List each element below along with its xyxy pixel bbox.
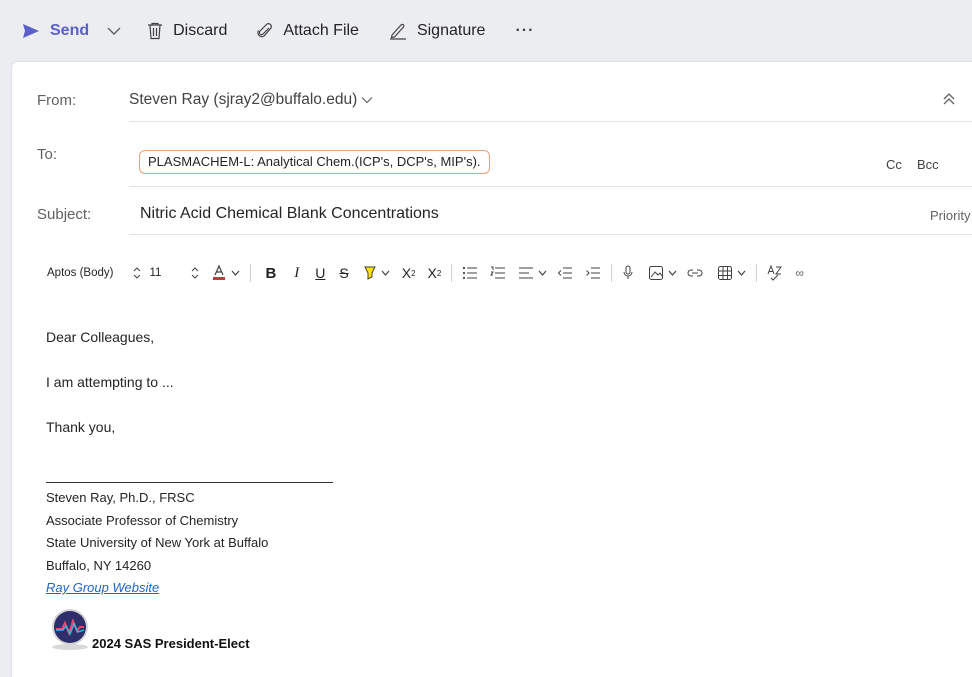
- signature-button[interactable]: Signature: [389, 22, 486, 40]
- font-size-select[interactable]: 11: [149, 267, 161, 279]
- more-options-button[interactable]: ···: [515, 22, 534, 40]
- editor-spellcheck-icon[interactable]: [767, 265, 785, 281]
- more-icon: ···: [515, 22, 535, 39]
- double-chevron-up-icon: [942, 93, 956, 110]
- subject-input[interactable]: Nitric Acid Chemical Blank Concentration…: [140, 205, 439, 223]
- chevron-down-icon[interactable]: [538, 270, 547, 276]
- align-icon[interactable]: [518, 267, 534, 279]
- trash-icon: [147, 22, 163, 40]
- increase-indent-icon[interactable]: [585, 267, 601, 279]
- from-field[interactable]: Steven Ray (sjray2@buffalo.edu): [129, 78, 972, 122]
- attach-file-label: Attach File: [283, 22, 359, 39]
- bullet-list-icon[interactable]: [462, 266, 478, 280]
- toolbar-divider: [451, 264, 453, 282]
- font-name-stepper-icon[interactable]: [133, 267, 141, 279]
- signature-institution: State University of New York at Buffalo: [46, 535, 269, 550]
- toolbar-divider: [250, 264, 252, 282]
- signature-badge-text: 2024 SAS President-Elect: [92, 636, 250, 651]
- body-greeting[interactable]: Dear Colleagues,: [46, 329, 154, 345]
- discard-label: Discard: [173, 22, 228, 39]
- chevron-down-icon[interactable]: [737, 270, 746, 276]
- from-value-wrap[interactable]: Steven Ray (sjray2@buffalo.edu): [129, 91, 373, 109]
- font-size-stepper-icon[interactable]: [191, 267, 199, 279]
- collapse-header-button[interactable]: [942, 92, 956, 111]
- numbered-list-icon[interactable]: [490, 266, 506, 280]
- signature-pen-icon: [389, 22, 407, 40]
- toolbar-divider: [756, 264, 758, 282]
- insert-table-icon[interactable]: [717, 265, 733, 281]
- bold-icon[interactable]: B: [265, 265, 276, 282]
- discard-button[interactable]: Discard: [147, 22, 227, 40]
- bcc-button[interactable]: Bcc: [917, 157, 939, 172]
- chevron-down-icon[interactable]: [231, 270, 240, 276]
- compose-card: From: Steven Ray (sjray2@buffalo.edu) To…: [12, 62, 972, 677]
- underline-icon[interactable]: U: [315, 265, 325, 281]
- signature-address: Buffalo, NY 14260: [46, 558, 152, 573]
- signature-label: Signature: [416, 22, 486, 39]
- insert-picture-icon[interactable]: [648, 265, 664, 281]
- decrease-indent-icon[interactable]: [557, 267, 573, 279]
- chevron-down-icon[interactable]: [381, 270, 390, 276]
- to-label: To:: [37, 146, 58, 163]
- send-label: Send: [50, 22, 90, 39]
- chevron-down-icon[interactable]: [668, 270, 677, 276]
- compose-toolbar: Send Discard Attach File Signature ···: [0, 0, 972, 62]
- signature-divider: [46, 482, 333, 483]
- toolbar-divider: [611, 264, 613, 282]
- font-color-icon[interactable]: [211, 264, 227, 282]
- font-name-select[interactable]: Aptos (Body): [47, 267, 113, 279]
- italic-icon[interactable]: I: [294, 265, 299, 282]
- sas-logo-icon: [46, 607, 94, 656]
- signature-name: Steven Ray, Ph.D., FRSC: [46, 490, 195, 505]
- subject-label: Subject:: [37, 206, 92, 223]
- body-line[interactable]: I am attempting to ...: [46, 374, 174, 390]
- to-recipient-chip[interactable]: PLASMACHEM-L: Analytical Chem.(ICP's, DC…: [139, 150, 490, 174]
- chevron-down-icon: [107, 26, 121, 36]
- subscript-icon[interactable]: X2: [428, 265, 442, 281]
- cc-button[interactable]: Cc: [886, 157, 902, 172]
- highlight-icon[interactable]: [363, 265, 377, 281]
- strikethrough-icon[interactable]: S: [339, 265, 348, 281]
- paperclip-icon: [257, 22, 273, 40]
- from-label: From:: [37, 92, 77, 109]
- chevron-down-icon: [357, 91, 373, 109]
- superscript-icon[interactable]: X2: [402, 265, 416, 281]
- more-format-icon[interactable]: ∞: [795, 266, 804, 280]
- send-options-dropdown[interactable]: [107, 26, 121, 36]
- signature-title: Associate Professor of Chemistry: [46, 513, 239, 528]
- body-closing[interactable]: Thank you,: [46, 419, 115, 435]
- formatting-toolbar: Aptos (Body) 11 B I U S X2 X2 ∞: [12, 256, 970, 290]
- attach-file-button[interactable]: Attach File: [257, 22, 359, 40]
- priority-button[interactable]: Priority: [930, 208, 970, 223]
- insert-link-icon[interactable]: [687, 268, 703, 278]
- to-divider: [129, 186, 972, 187]
- from-value: Steven Ray (sjray2@buffalo.edu): [129, 90, 358, 108]
- send-icon: [22, 23, 40, 39]
- send-button[interactable]: Send: [22, 22, 89, 40]
- subject-divider: [129, 234, 972, 235]
- dictate-microphone-icon[interactable]: [622, 265, 634, 281]
- signature-website-link[interactable]: Ray Group Website: [46, 580, 159, 595]
